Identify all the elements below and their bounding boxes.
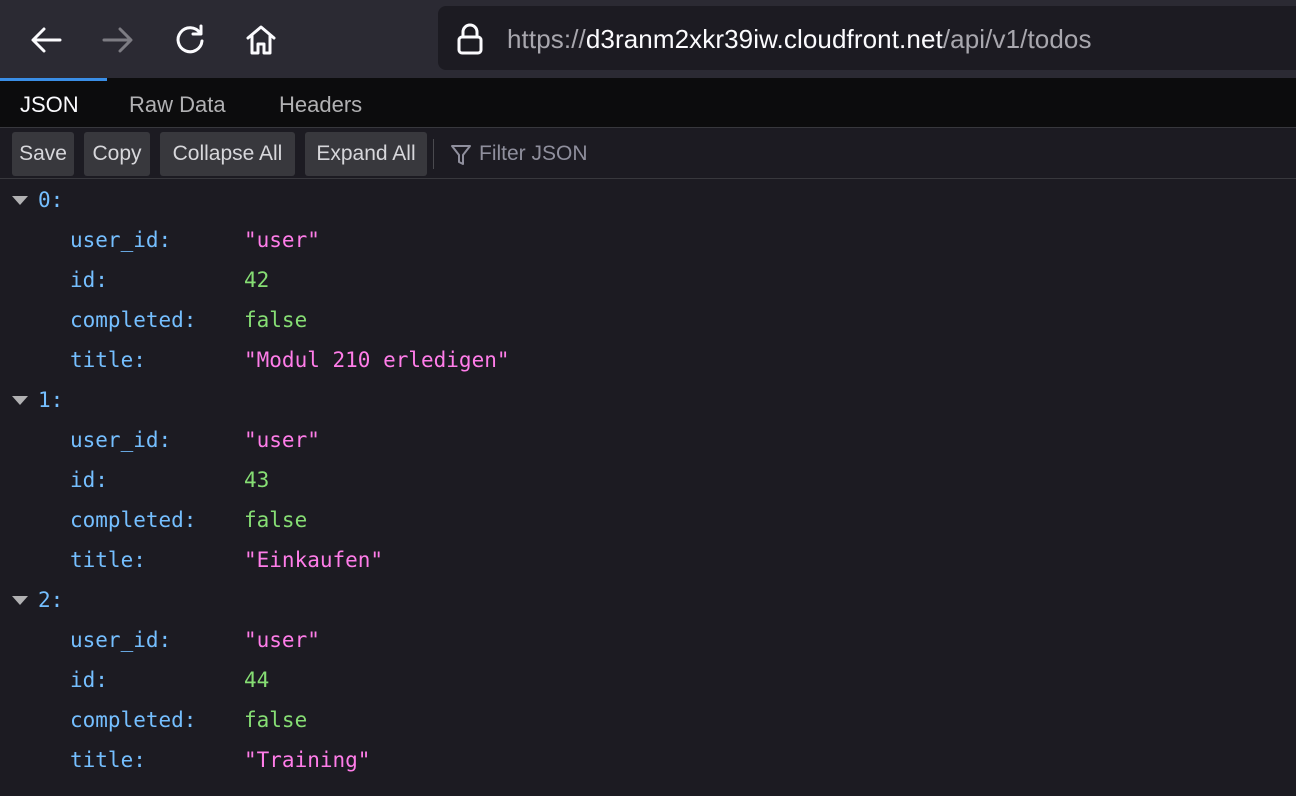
json-field-row: user_id: "user" — [0, 620, 800, 660]
tree-node-2[interactable]: 2: — [0, 580, 400, 620]
json-value: 42 — [244, 268, 270, 292]
json-key: title: — [70, 548, 146, 572]
json-field-row: completed: false — [0, 300, 800, 340]
json-field-row: id: 42 — [0, 260, 800, 300]
tree-node-1[interactable]: 1: — [0, 380, 400, 420]
json-value: "user" — [244, 628, 320, 652]
filter-icon — [451, 145, 471, 165]
reload-button[interactable] — [168, 18, 212, 62]
json-field-row: title: "Training" — [0, 740, 800, 780]
viewer-tabbar: JSON Raw Data Headers — [0, 78, 1296, 128]
tab-json[interactable]: JSON — [20, 80, 79, 130]
json-key: user_id: — [70, 428, 172, 452]
json-field-row: completed: false — [0, 500, 800, 540]
json-value: "Einkaufen" — [244, 548, 384, 572]
json-value: "Training" — [244, 748, 371, 772]
json-key: completed: — [70, 708, 197, 732]
array-index: 1: — [38, 388, 64, 412]
expand-toggle-icon[interactable] — [12, 596, 28, 605]
json-field-row: title: "Einkaufen" — [0, 540, 800, 580]
json-field-row: title: "Modul 210 erledigen" — [0, 340, 800, 380]
json-key: title: — [70, 348, 146, 372]
json-value: "user" — [244, 428, 320, 452]
json-field-row: user_id: "user" — [0, 420, 800, 460]
tab-headers[interactable]: Headers — [279, 80, 362, 130]
json-field-row: id: 43 — [0, 460, 800, 500]
arrow-left-icon — [31, 27, 62, 53]
json-key: completed: — [70, 508, 197, 532]
browser-navbar: https://d3ranm2xkr39iw.cloudfront.net/ap… — [0, 0, 1296, 78]
back-button[interactable] — [24, 18, 68, 62]
json-value: false — [244, 308, 308, 332]
url-text: https://d3ranm2xkr39iw.cloudfront.net/ap… — [507, 25, 1092, 53]
tree-node-0[interactable]: 0: — [0, 180, 400, 220]
json-value: 43 — [244, 468, 270, 492]
filter-json-input[interactable]: Filter JSON — [440, 132, 1296, 176]
expand-all-button[interactable]: Expand All — [305, 132, 427, 176]
array-index: 0: — [38, 188, 64, 212]
json-tree: 0: user_id: "user" id: 42 completed: fal… — [0, 180, 1296, 796]
url-path: /api/v1/todos — [942, 24, 1092, 54]
json-key: id: — [70, 668, 108, 692]
arrow-right-icon — [102, 27, 133, 53]
json-key: completed: — [70, 308, 197, 332]
json-key: id: — [70, 268, 108, 292]
filter-placeholder: Filter JSON — [479, 142, 588, 165]
json-key: id: — [70, 468, 108, 492]
expand-toggle-icon[interactable] — [12, 196, 28, 205]
tab-raw-data[interactable]: Raw Data — [129, 80, 226, 130]
expand-toggle-icon[interactable] — [12, 396, 28, 405]
url-bar[interactable]: https://d3ranm2xkr39iw.cloudfront.net/ap… — [438, 6, 1296, 70]
json-key: user_id: — [70, 628, 172, 652]
json-field-row: user_id: "user" — [0, 220, 800, 260]
url-scheme: https:// — [507, 24, 586, 54]
forward-button[interactable] — [96, 18, 140, 62]
collapse-all-button[interactable]: Collapse All — [160, 132, 295, 176]
copy-button[interactable]: Copy — [84, 132, 150, 176]
home-button[interactable] — [239, 18, 283, 62]
json-value: false — [244, 708, 308, 732]
json-value: false — [244, 508, 308, 532]
json-field-row: id: 44 — [0, 660, 800, 700]
json-field-row: completed: false — [0, 700, 800, 740]
json-value: "user" — [244, 228, 320, 252]
url-host: d3ranm2xkr39iw.cloudfront.net — [585, 24, 943, 54]
home-icon — [246, 25, 276, 55]
array-index: 2: — [38, 588, 64, 612]
json-value: 44 — [244, 668, 270, 692]
save-button[interactable]: Save — [12, 132, 74, 176]
lock-icon — [457, 23, 483, 55]
toolbar-divider — [433, 139, 434, 169]
json-toolbar: Save Copy Collapse All Expand All Filter… — [0, 129, 1296, 179]
json-value: "Modul 210 erledigen" — [244, 348, 510, 372]
json-key: user_id: — [70, 228, 172, 252]
reload-icon — [176, 24, 204, 54]
json-key: title: — [70, 748, 146, 772]
